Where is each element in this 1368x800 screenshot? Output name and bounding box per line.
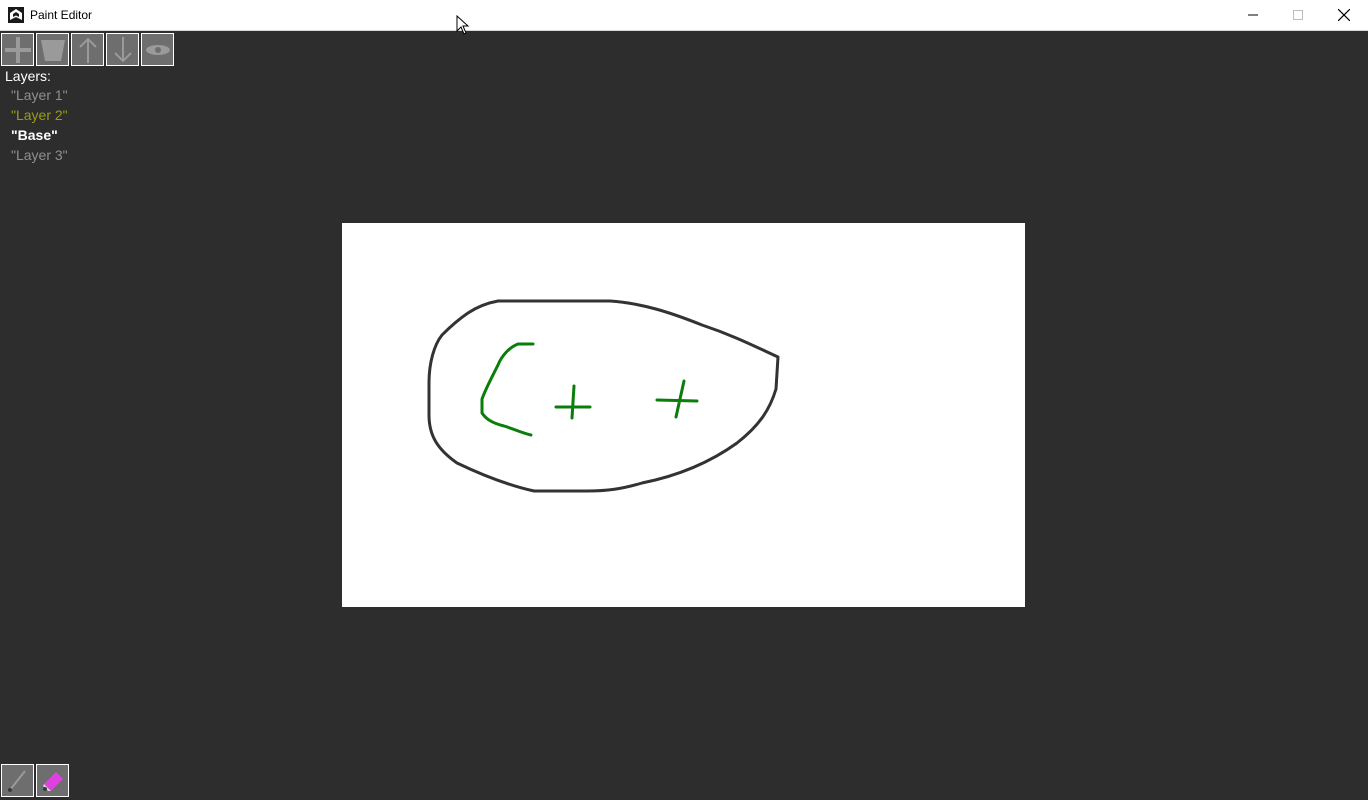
minimize-icon — [1248, 14, 1258, 16]
plus-stroke-left — [554, 384, 592, 420]
move-layer-down-button[interactable] — [106, 33, 139, 66]
add-layer-button[interactable] — [1, 33, 34, 66]
layer-item-layer-3[interactable]: "Layer 3" — [11, 147, 68, 167]
move-layer-up-button[interactable] — [71, 33, 104, 66]
workspace[interactable]: Layers: "Layer 1" "Layer 2" "Base" "Laye… — [0, 31, 1368, 800]
layer-item-layer-2[interactable]: "Layer 2" — [11, 107, 68, 127]
layers-heading: Layers: — [5, 68, 51, 84]
plus-icon — [4, 36, 31, 63]
layer-item-base[interactable]: "Base" — [11, 127, 68, 147]
maximize-button[interactable] — [1275, 0, 1321, 30]
delete-layer-button[interactable] — [36, 33, 69, 66]
drawing-canvas[interactable] — [342, 223, 1025, 607]
eraser-icon — [42, 771, 63, 791]
outline-stroke — [427, 299, 780, 493]
app-icon — [8, 7, 24, 23]
bracket-stroke — [480, 342, 535, 437]
eye-icon — [145, 44, 170, 55]
plus-stroke-right — [655, 379, 699, 419]
brush-tool-button[interactable] — [1, 764, 34, 797]
layer-item-layer-1[interactable]: "Layer 1" — [11, 87, 68, 107]
brush-icon — [7, 769, 26, 792]
minimize-button[interactable] — [1230, 0, 1276, 30]
arrow-down-icon — [113, 36, 132, 62]
tool-palette — [1, 764, 69, 797]
arrow-up-icon — [78, 37, 97, 63]
layer-list: "Layer 1" "Layer 2" "Base" "Layer 3" — [11, 87, 68, 167]
title-bar[interactable]: Paint Editor — [0, 0, 1368, 31]
close-icon — [1338, 9, 1350, 21]
layer-toolbar — [1, 33, 174, 66]
window-title: Paint Editor — [30, 8, 93, 22]
mouse-cursor-icon — [456, 15, 470, 35]
maximize-icon — [1293, 10, 1303, 20]
close-button[interactable] — [1321, 0, 1367, 30]
toggle-visibility-button[interactable] — [141, 33, 174, 66]
eraser-tool-button[interactable] — [36, 764, 69, 797]
trash-icon — [40, 39, 65, 61]
